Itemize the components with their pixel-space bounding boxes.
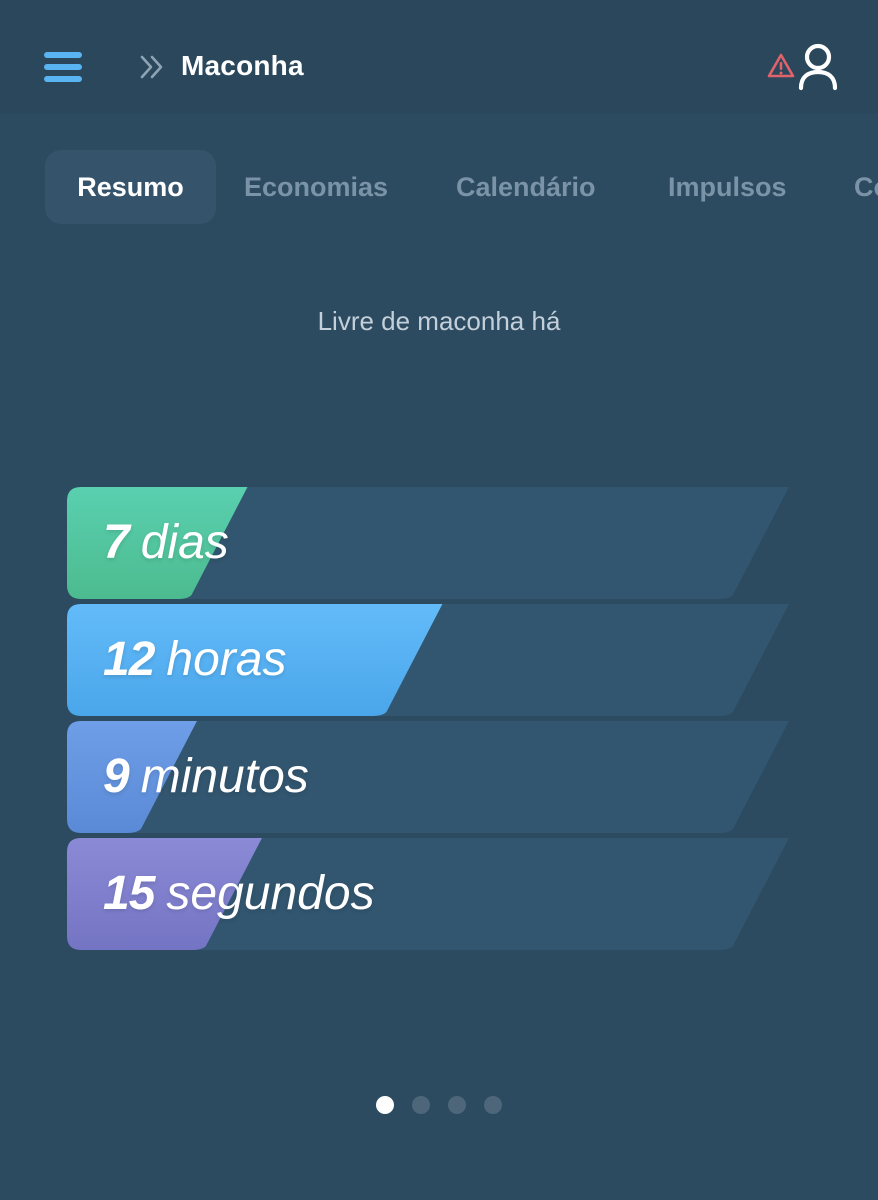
user-icon[interactable] — [796, 42, 840, 92]
counter-days: 7 dias — [67, 487, 789, 599]
tab-economias[interactable]: Economias — [244, 150, 388, 224]
tab-calendario[interactable]: Calendário — [456, 150, 596, 224]
warning-triangle-icon[interactable] — [766, 52, 796, 80]
counter-value: 12 — [103, 633, 155, 686]
hamburger-menu-icon[interactable] — [44, 52, 82, 84]
counter-unit: minutos — [140, 750, 309, 803]
counter-value: 7 — [103, 516, 130, 569]
tab-bar: Resumo Economias Calendário Impulsos Con… — [0, 150, 878, 226]
counter-value: 9 — [103, 750, 130, 803]
counter-unit: segundos — [166, 867, 375, 920]
counter-unit: horas — [166, 633, 287, 686]
page-dot[interactable] — [484, 1096, 502, 1114]
page-dot[interactable] — [412, 1096, 430, 1114]
counter-seconds: 15 segundos — [67, 838, 789, 950]
top-bar: Maconha — [0, 0, 878, 114]
counter-label: 9 minutos — [103, 721, 309, 833]
counter-hours: 12 horas — [67, 604, 789, 716]
sober-since-label: Livre de maconha há — [317, 306, 561, 336]
page-indicator — [0, 1096, 878, 1116]
tab-impulsos[interactable]: Impulsos — [668, 150, 787, 224]
page-dot[interactable] — [376, 1096, 394, 1114]
app-screen: Maconha Resumo Economias Calendário Impu… — [0, 0, 878, 1200]
counter-unit: dias — [140, 516, 229, 569]
counter-value: 15 — [103, 867, 155, 920]
page-dot[interactable] — [448, 1096, 466, 1114]
tab-conquistas[interactable]: Conquistas — [854, 150, 878, 224]
counter-label: 15 segundos — [103, 838, 375, 950]
counter-label: 12 horas — [103, 604, 286, 716]
counter-minutes: 9 minutos — [67, 721, 789, 833]
tab-resumo[interactable]: Resumo — [45, 150, 216, 224]
page-title: Maconha — [181, 50, 304, 81]
counter-label: 7 dias — [103, 487, 229, 599]
double-chevron-right-icon — [140, 55, 163, 79]
